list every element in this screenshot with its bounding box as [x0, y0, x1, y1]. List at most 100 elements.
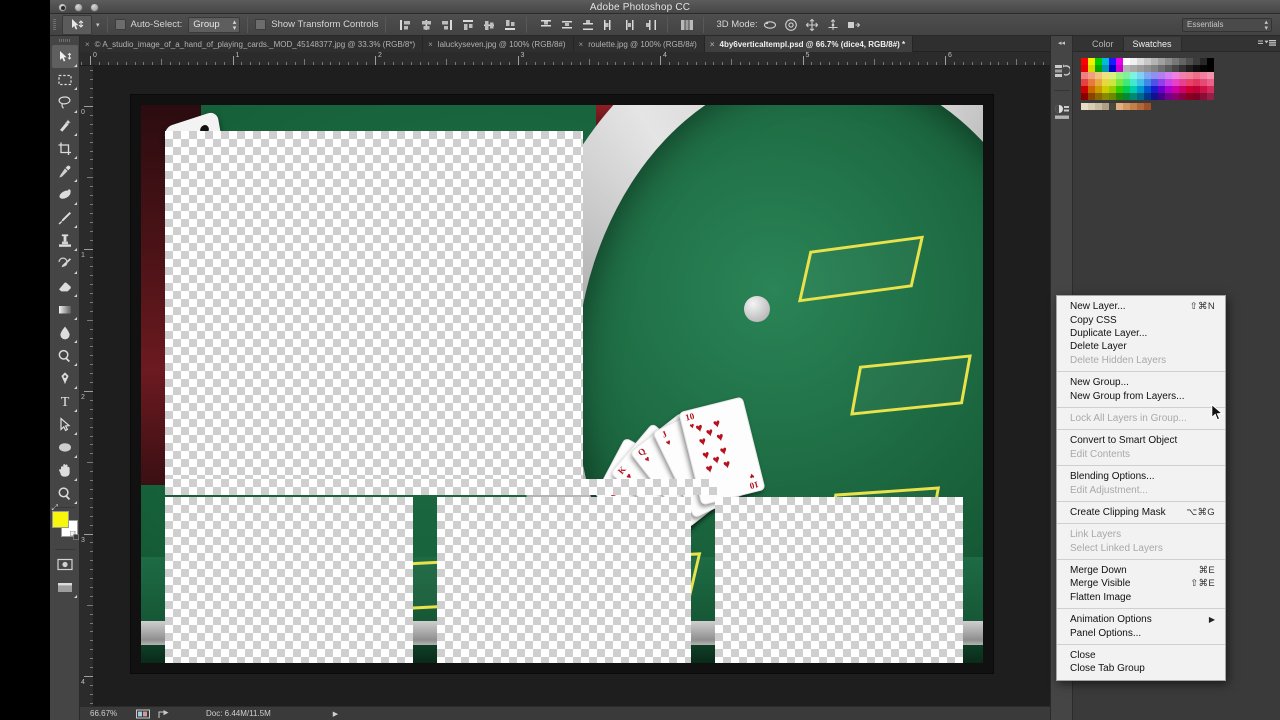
color-swatch[interactable] — [1088, 72, 1095, 79]
workspace-switcher[interactable]: Essentials ▴ ▾ — [1182, 17, 1272, 32]
color-swatch[interactable] — [1151, 65, 1158, 72]
color-swatch[interactable] — [1193, 72, 1200, 79]
color-swatch[interactable] — [1109, 65, 1116, 72]
color-swatch[interactable] — [1151, 58, 1158, 65]
align-right-edges-icon[interactable] — [438, 16, 456, 34]
color-swatch[interactable] — [1144, 79, 1151, 86]
color-swatch[interactable] — [1123, 79, 1130, 86]
pan-3d-object-icon[interactable] — [803, 16, 821, 34]
menu-item[interactable]: Create Clipping Mask ⌥⌘G — [1057, 506, 1225, 519]
color-swatch[interactable] — [1137, 72, 1144, 79]
options-bar-grip[interactable] — [50, 14, 60, 36]
color-swatch[interactable] — [1193, 65, 1200, 72]
tool-preset-chevron-icon[interactable]: ▾ — [96, 21, 100, 29]
color-swatch[interactable] — [1179, 86, 1186, 93]
tool-gradient[interactable] — [52, 298, 78, 321]
tab-color[interactable]: Color — [1083, 37, 1124, 51]
tool-pen[interactable] — [52, 367, 78, 390]
color-swatch[interactable] — [1088, 93, 1095, 100]
history-panel-icon[interactable] — [1052, 61, 1072, 81]
zoom-level[interactable]: 66.67% — [90, 709, 128, 718]
tool-eyedropper[interactable] — [52, 160, 78, 183]
menu-item[interactable]: Delete Layer — [1057, 340, 1225, 353]
color-swatch[interactable] — [1088, 58, 1095, 65]
distribute-vertical-centers-icon[interactable] — [558, 16, 576, 34]
color-swatch[interactable] — [1095, 93, 1102, 100]
color-swatch[interactable] — [1158, 79, 1165, 86]
color-swatch[interactable] — [1102, 72, 1109, 79]
tool-lasso[interactable] — [52, 91, 78, 114]
color-swatch[interactable] — [1130, 58, 1137, 65]
color-swatch[interactable] — [1095, 72, 1102, 79]
color-swatch[interactable] — [1081, 72, 1088, 79]
canvas[interactable]: A♥ K♥ Q♥ J♥ 10♥ 10♥ ♥♥♥♥♥♥♥♥♥♥ — [141, 105, 983, 663]
menu-item[interactable]: Close Tab Group — [1057, 662, 1225, 675]
swatch-grid-extra-row[interactable] — [1081, 103, 1280, 110]
template-slot-bottom-left[interactable] — [165, 497, 413, 663]
screen-mode-button[interactable] — [52, 576, 78, 599]
color-swatch[interactable] — [1102, 86, 1109, 93]
align-vertical-centers-icon[interactable] — [480, 16, 498, 34]
tool-zoom[interactable] — [52, 482, 78, 505]
roll-3d-object-icon[interactable] — [782, 16, 800, 34]
color-swatch[interactable] — [1193, 86, 1200, 93]
color-swatch[interactable] — [1109, 103, 1116, 110]
distribute-right-edges-icon[interactable] — [642, 16, 660, 34]
color-swatch[interactable] — [1193, 79, 1200, 86]
color-swatch[interactable] — [1200, 72, 1207, 79]
color-swatch[interactable] — [1130, 79, 1137, 86]
color-swatch[interactable] — [1144, 103, 1151, 110]
menu-item[interactable]: Close — [1057, 649, 1225, 662]
preview-icon[interactable] — [136, 709, 150, 719]
color-swatch[interactable] — [1200, 65, 1207, 72]
expand-arrow-icon[interactable]: ▶ — [333, 710, 338, 718]
color-swatch[interactable] — [1179, 79, 1186, 86]
swatch-grid[interactable] — [1081, 58, 1280, 100]
color-swatch[interactable] — [1123, 65, 1130, 72]
color-swatch[interactable] — [1137, 93, 1144, 100]
color-swatch[interactable] — [1165, 93, 1172, 100]
horizontal-ruler[interactable]: 0 1 2 3 4 5 6 — [80, 52, 1050, 66]
color-swatch[interactable] — [1130, 86, 1137, 93]
color-swatch[interactable] — [1172, 93, 1179, 100]
color-swatch[interactable] — [1179, 65, 1186, 72]
color-swatch[interactable] — [1144, 58, 1151, 65]
color-swatch[interactable] — [1109, 93, 1116, 100]
slide-3d-object-icon[interactable] — [824, 16, 842, 34]
color-swatch[interactable] — [1102, 58, 1109, 65]
color-swatch[interactable] — [1207, 58, 1214, 65]
color-swatch[interactable] — [1116, 86, 1123, 93]
close-tab-icon[interactable]: × — [85, 40, 90, 49]
color-swatch[interactable] — [1200, 86, 1207, 93]
color-swatch[interactable] — [1186, 65, 1193, 72]
distribute-horizontal-centers-icon[interactable] — [621, 16, 639, 34]
adjustments-panel-icon[interactable] — [1052, 102, 1072, 122]
color-swatch[interactable] — [1102, 65, 1109, 72]
tool-hand[interactable] — [52, 459, 78, 482]
align-horizontal-centers-icon[interactable] — [417, 16, 435, 34]
menu-item[interactable]: Animation Options ▶ — [1057, 613, 1225, 626]
color-swatch[interactable] — [1088, 86, 1095, 93]
color-swatch[interactable] — [1102, 103, 1109, 110]
color-swatch[interactable] — [1151, 86, 1158, 93]
menu-item[interactable]: Panel Options... — [1057, 626, 1225, 639]
color-swatch[interactable] — [1144, 86, 1151, 93]
color-swatch[interactable] — [1116, 58, 1123, 65]
color-swatch[interactable] — [1200, 58, 1207, 65]
color-swatch[interactable] — [1137, 86, 1144, 93]
color-swatch[interactable] — [1151, 93, 1158, 100]
color-swatch[interactable] — [1193, 58, 1200, 65]
tool-crop[interactable] — [52, 137, 78, 160]
color-swatch[interactable] — [1165, 86, 1172, 93]
color-swatch[interactable] — [1172, 65, 1179, 72]
color-swatch[interactable] — [1130, 93, 1137, 100]
color-swatch[interactable] — [1081, 93, 1088, 100]
close-tab-icon[interactable]: × — [428, 40, 433, 49]
close-tab-icon[interactable]: × — [710, 40, 715, 49]
tool-move[interactable] — [51, 45, 78, 68]
rotate-3d-object-icon[interactable] — [761, 16, 779, 34]
color-swatch[interactable] — [1109, 72, 1116, 79]
color-swatch[interactable] — [1123, 58, 1130, 65]
document-canvas-area[interactable]: A♥ K♥ Q♥ J♥ 10♥ 10♥ ♥♥♥♥♥♥♥♥♥♥ — [94, 66, 1050, 706]
template-slot-bottom-center[interactable] — [437, 497, 691, 663]
